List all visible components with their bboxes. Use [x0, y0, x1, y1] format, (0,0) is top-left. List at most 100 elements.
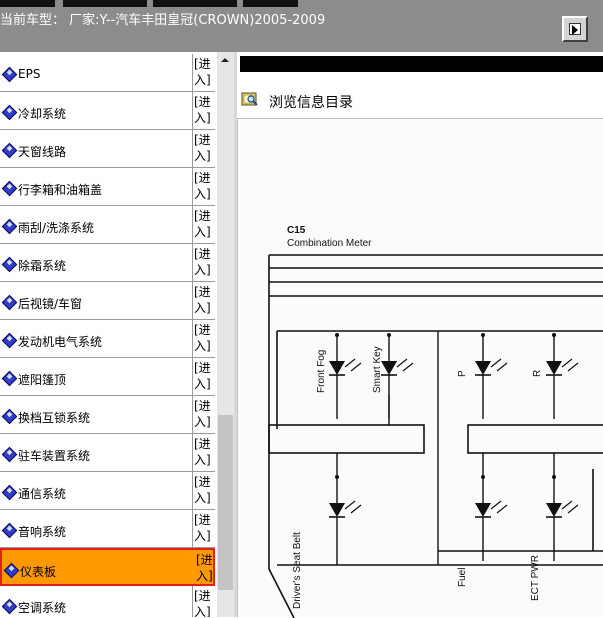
list-item-label: 发动机电气系统	[18, 335, 103, 349]
wiring-diagram: C15 Combination Meter Front Fog Smart Key…	[237, 118, 603, 618]
combination-meter-diagram: C15 Combination Meter Front Fog Smart Key…	[268, 225, 603, 618]
list-item-label: 仪表板	[20, 565, 57, 579]
diamond-icon	[1, 408, 18, 425]
list-item[interactable]: 仪表板 [进入]	[0, 548, 215, 586]
label-smart-key: Smart Key	[372, 346, 383, 393]
diamond-icon	[1, 294, 18, 311]
diamond-icon	[1, 180, 18, 197]
list-item[interactable]: 驻车装置系统 [进入]	[0, 434, 215, 472]
label-ect-pwr: ECT PWR	[530, 555, 541, 601]
column-divider	[192, 358, 193, 396]
next-button[interactable]	[562, 16, 588, 42]
enter-link[interactable]: [进入]	[194, 360, 214, 392]
enter-link[interactable]: [进入]	[196, 552, 216, 584]
column-divider	[192, 244, 193, 282]
enter-link[interactable]: [进入]	[194, 322, 214, 354]
column-divider	[192, 282, 193, 320]
list-item[interactable]: 天窗线路 [进入]	[0, 130, 215, 168]
label-fuel: Fuel	[457, 568, 468, 587]
list-item[interactable]: 通信系统 [进入]	[0, 472, 215, 510]
diamond-icon	[1, 446, 18, 463]
enter-link[interactable]: [进入]	[194, 512, 214, 544]
top-tab-4[interactable]	[243, 0, 298, 7]
enter-link[interactable]: [进入]	[194, 284, 214, 316]
list-item[interactable]: 发动机电气系统 [进入]	[0, 320, 215, 358]
diamond-icon	[1, 142, 18, 159]
vehicle-title: 当前车型： 厂家:Y--汽车丰田皇冠(CROWN)2005-2009	[0, 13, 326, 28]
column-divider	[192, 54, 193, 92]
list-item[interactable]: 音响系统 [进入]	[0, 510, 215, 548]
list-item-label: 行李箱和油箱盖	[18, 183, 103, 197]
diamond-icon	[1, 218, 18, 235]
list-item-label: 空调系统	[18, 601, 67, 615]
led-bottom-2	[475, 475, 508, 561]
list-item[interactable]: 换档互锁系统 [进入]	[0, 396, 215, 434]
enter-link[interactable]: [进入]	[194, 474, 214, 506]
list-item-label: 后视镜/车窗	[18, 297, 83, 311]
scroll-up-arrow-icon[interactable]	[217, 52, 234, 69]
diamond-icon	[1, 332, 18, 349]
enter-link[interactable]: [进入]	[194, 170, 214, 202]
list-item[interactable]: 冷却系统 [进入]	[0, 92, 215, 130]
column-divider	[192, 472, 193, 510]
enter-link[interactable]: [进入]	[194, 588, 214, 617]
list-item-label: EPS	[18, 67, 41, 81]
list-item-label: 雨刮/洗涤系统	[18, 221, 95, 235]
list-item[interactable]: 空调系统 [进入]	[0, 586, 215, 617]
led-group	[329, 331, 579, 565]
enter-link[interactable]: [进入]	[194, 132, 214, 164]
enter-link[interactable]: [进入]	[194, 56, 214, 88]
list-item-label: 驻车装置系统	[18, 449, 91, 463]
diamond-icon	[3, 562, 20, 579]
led-top-4	[546, 333, 579, 419]
top-tab-2[interactable]	[63, 0, 147, 7]
sidebar-scrollbar[interactable]	[217, 52, 234, 617]
enter-link[interactable]: [进入]	[194, 436, 214, 468]
content-pane: 浏览信息目录 C15 Combination Meter Front FogS	[237, 52, 603, 618]
top-tab-1[interactable]	[0, 0, 55, 7]
column-divider	[192, 320, 193, 358]
column-divider	[192, 206, 193, 244]
column-divider	[192, 92, 193, 130]
enter-link[interactable]: [进入]	[194, 246, 214, 278]
diamond-icon	[1, 484, 18, 501]
browse-catalog-label: 浏览信息目录	[269, 95, 353, 111]
scroll-thumb[interactable]	[218, 415, 233, 590]
list-item[interactable]: 后视镜/车窗 [进入]	[0, 282, 215, 320]
enter-link[interactable]: [进入]	[194, 208, 214, 240]
top-bar: 当前车型： 厂家:Y--汽车丰田皇冠(CROWN)2005-2009	[0, 0, 603, 52]
label-front-fog: Front Fog	[316, 350, 327, 393]
diagram-labels: Front Fog Smart Key P R Fuel ECT PWR Driver's …	[292, 346, 543, 609]
enter-link[interactable]: [进入]	[194, 398, 214, 430]
list-item[interactable]: 遮阳篷顶 [进入]	[0, 358, 215, 396]
led-top-1	[329, 333, 362, 419]
column-divider	[192, 586, 193, 617]
sidebar: EPS [进入] 冷却系统 [进入] 天窗线路 [进入] 行李箱和油箱盖 [进入] 雨刮/洗涤系…	[0, 52, 236, 617]
list-item[interactable]: EPS [进入]	[0, 54, 215, 92]
column-divider	[192, 510, 193, 548]
frame-lines	[268, 254, 603, 618]
arrow-glyph	[572, 25, 578, 35]
diamond-icon	[1, 522, 18, 539]
content-toolbar	[240, 56, 603, 72]
list-item-label: 冷却系统	[18, 107, 67, 121]
led-top-2	[381, 333, 414, 419]
label-p: P	[457, 370, 468, 377]
column-divider	[192, 396, 193, 434]
list-item-label: 除霜系统	[18, 259, 67, 273]
enter-link[interactable]: [进入]	[194, 94, 214, 126]
list-item[interactable]: 雨刮/洗涤系统 [进入]	[0, 206, 215, 244]
top-tab-3[interactable]	[153, 0, 237, 7]
column-divider	[192, 168, 193, 206]
list-item-label: 遮阳篷顶	[18, 373, 67, 387]
diamond-icon	[1, 598, 18, 615]
diamond-icon	[1, 370, 18, 387]
list-item[interactable]: 除霜系统 [进入]	[0, 244, 215, 282]
book-search-icon	[241, 92, 258, 106]
list-item[interactable]: 行李箱和油箱盖 [进入]	[0, 168, 215, 206]
led-bottom-3	[546, 475, 579, 561]
list-item-label: 音响系统	[18, 525, 67, 539]
list-item-label: 换档互锁系统	[18, 411, 91, 425]
label-r: R	[532, 370, 543, 377]
led-bottom-1	[329, 475, 362, 561]
